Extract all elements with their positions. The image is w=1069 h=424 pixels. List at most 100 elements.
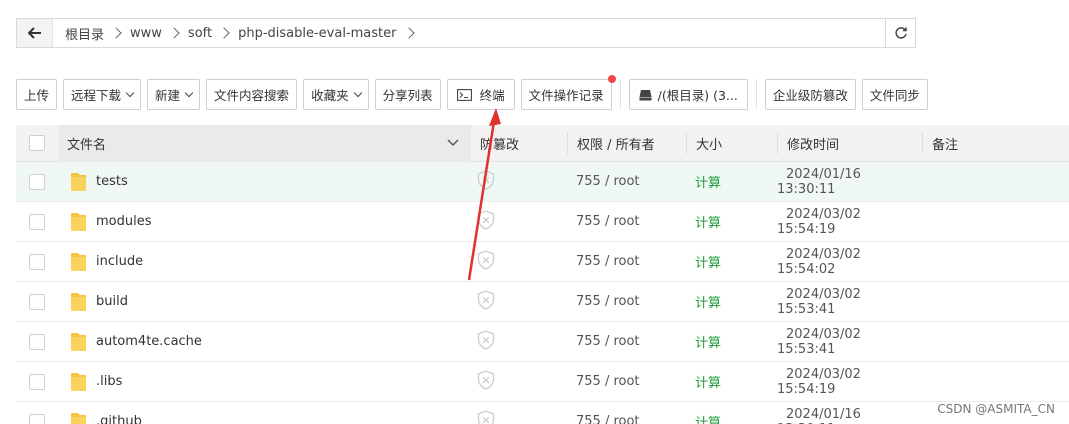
perm-cell[interactable]: 755 / root (567, 414, 686, 424)
favorites-label: 收藏夹 (311, 88, 349, 103)
name-cell[interactable]: .github (58, 412, 471, 424)
tamper-cell (471, 209, 567, 234)
table-row[interactable]: include 755 / root 计算 2024/03/02 15:54:0… (16, 242, 1069, 282)
row-checkbox[interactable] (29, 213, 45, 230)
calc-size-link[interactable]: 计算 (686, 416, 721, 424)
file-name[interactable]: .github (96, 414, 142, 424)
shield-icon[interactable] (477, 329, 495, 350)
file-sync-button[interactable]: 文件同步 (861, 79, 928, 110)
refresh-icon (894, 27, 907, 39)
row-checkbox[interactable] (29, 333, 45, 350)
disk-button[interactable]: /(根目录) (3... (628, 79, 748, 110)
header-mtime: 修改时间 (777, 132, 922, 154)
perm-cell[interactable]: 755 / root (567, 334, 686, 349)
shield-icon[interactable] (477, 209, 495, 230)
chevron-right-icon (168, 27, 180, 39)
name-cell[interactable]: autom4te.cache (58, 332, 471, 352)
perm-cell[interactable]: 755 / root (567, 374, 686, 389)
file-op-log-button[interactable]: 文件操作记录 (520, 75, 616, 110)
size-cell[interactable]: 计算 (686, 292, 777, 311)
row-checkbox[interactable] (29, 373, 45, 390)
remote-download-label: 远程下载 (71, 88, 122, 103)
toolbar-divider (755, 79, 757, 110)
file-name[interactable]: modules (96, 214, 152, 229)
file-name[interactable]: .libs (96, 374, 122, 389)
new-button[interactable]: 新建 (147, 79, 201, 110)
calc-size-link[interactable]: 计算 (686, 216, 721, 231)
enterprise-tamper-button[interactable]: 企业级防篡改 (764, 79, 856, 110)
size-cell[interactable]: 计算 (686, 212, 777, 231)
perm-text[interactable]: 755 / root (567, 334, 640, 349)
calc-size-link[interactable]: 计算 (686, 296, 721, 311)
size-cell[interactable]: 计算 (686, 412, 777, 424)
chevron-down-icon (353, 88, 362, 97)
favorites-button[interactable]: 收藏夹 (303, 79, 369, 110)
header-name[interactable]: 文件名 (58, 125, 471, 161)
shield-icon[interactable] (477, 249, 495, 270)
shield-icon[interactable] (477, 409, 495, 424)
perm-cell[interactable]: 755 / root (567, 214, 686, 229)
name-cell[interactable]: tests (58, 172, 471, 192)
disk-icon (639, 89, 652, 100)
size-cell[interactable]: 计算 (686, 172, 777, 191)
upload-button[interactable]: 上传 (16, 79, 58, 110)
table-row[interactable]: tests 755 / root 计算 2024/01/16 13:30:11 (16, 162, 1069, 202)
perm-cell[interactable]: 755 / root (567, 254, 686, 269)
breadcrumb-item-current[interactable]: php-disable-eval-master (232, 26, 416, 41)
search-content-button[interactable]: 文件内容搜索 (206, 79, 298, 110)
tamper-cell (471, 249, 567, 274)
calc-size-link[interactable]: 计算 (686, 336, 721, 351)
terminal-button[interactable]: 终端 (446, 79, 515, 110)
name-cell[interactable]: modules (58, 212, 471, 232)
header-note-label: 备注 (932, 137, 959, 153)
tamper-cell (471, 169, 567, 194)
table-row[interactable]: modules 755 / root 计算 2024/03/02 15:54:1… (16, 202, 1069, 242)
row-checkbox[interactable] (29, 253, 45, 270)
table-header: 文件名 防篡改 权限 / 所有者 大小 修改时间 备注 (16, 125, 1069, 162)
table-row[interactable]: .github 755 / root 计算 2024/01/16 13:30:1… (16, 402, 1069, 424)
perm-text[interactable]: 755 / root (567, 414, 640, 424)
file-name[interactable]: build (96, 294, 128, 309)
breadcrumb-item-www[interactable]: www (124, 26, 182, 41)
shield-icon[interactable] (477, 369, 495, 390)
row-checkbox[interactable] (29, 293, 45, 310)
file-name[interactable]: autom4te.cache (96, 334, 202, 349)
shield-icon[interactable] (477, 289, 495, 310)
perm-text[interactable]: 755 / root (567, 374, 640, 389)
row-checkbox[interactable] (29, 413, 45, 424)
share-list-label: 分享列表 (382, 88, 433, 103)
name-cell[interactable]: .libs (58, 372, 471, 392)
calc-size-link[interactable]: 计算 (686, 176, 721, 191)
size-cell[interactable]: 计算 (686, 372, 777, 391)
perm-text[interactable]: 755 / root (567, 214, 640, 229)
file-name[interactable]: tests (96, 174, 128, 189)
back-button[interactable] (17, 19, 53, 47)
perm-text[interactable]: 755 / root (567, 294, 640, 309)
calc-size-link[interactable]: 计算 (686, 256, 721, 271)
perm-text[interactable]: 755 / root (567, 174, 640, 189)
table-row[interactable]: build 755 / root 计算 2024/03/02 15:53:41 (16, 282, 1069, 322)
perm-cell[interactable]: 755 / root (567, 174, 686, 189)
size-cell[interactable]: 计算 (686, 252, 777, 271)
share-list-button[interactable]: 分享列表 (374, 79, 441, 110)
chevron-right-icon (402, 27, 415, 39)
table-row[interactable]: .libs 755 / root 计算 2024/03/02 15:54:19 (16, 362, 1069, 402)
remote-download-button[interactable]: 远程下载 (63, 79, 142, 110)
size-cell[interactable]: 计算 (686, 332, 777, 351)
row-checkbox[interactable] (29, 173, 45, 190)
calc-size-link[interactable]: 计算 (686, 376, 721, 391)
file-name[interactable]: include (96, 254, 143, 269)
perm-cell[interactable]: 755 / root (567, 294, 686, 309)
row-checkbox-cell (16, 333, 58, 350)
breadcrumb-item-root[interactable]: 根目录 (59, 24, 124, 43)
mtime-cell: 2024/01/16 13:30:11 (777, 407, 922, 424)
perm-text[interactable]: 755 / root (567, 254, 640, 269)
table-row[interactable]: autom4te.cache 755 / root 计算 2024/03/02 … (16, 322, 1069, 362)
name-cell[interactable]: build (58, 292, 471, 312)
shield-icon[interactable] (477, 169, 495, 190)
mtime-cell: 2024/03/02 15:54:19 (777, 367, 922, 397)
breadcrumb-item-soft[interactable]: soft (182, 26, 232, 41)
name-cell[interactable]: include (58, 252, 471, 272)
refresh-button[interactable] (885, 19, 915, 47)
select-all-checkbox[interactable] (29, 135, 45, 151)
